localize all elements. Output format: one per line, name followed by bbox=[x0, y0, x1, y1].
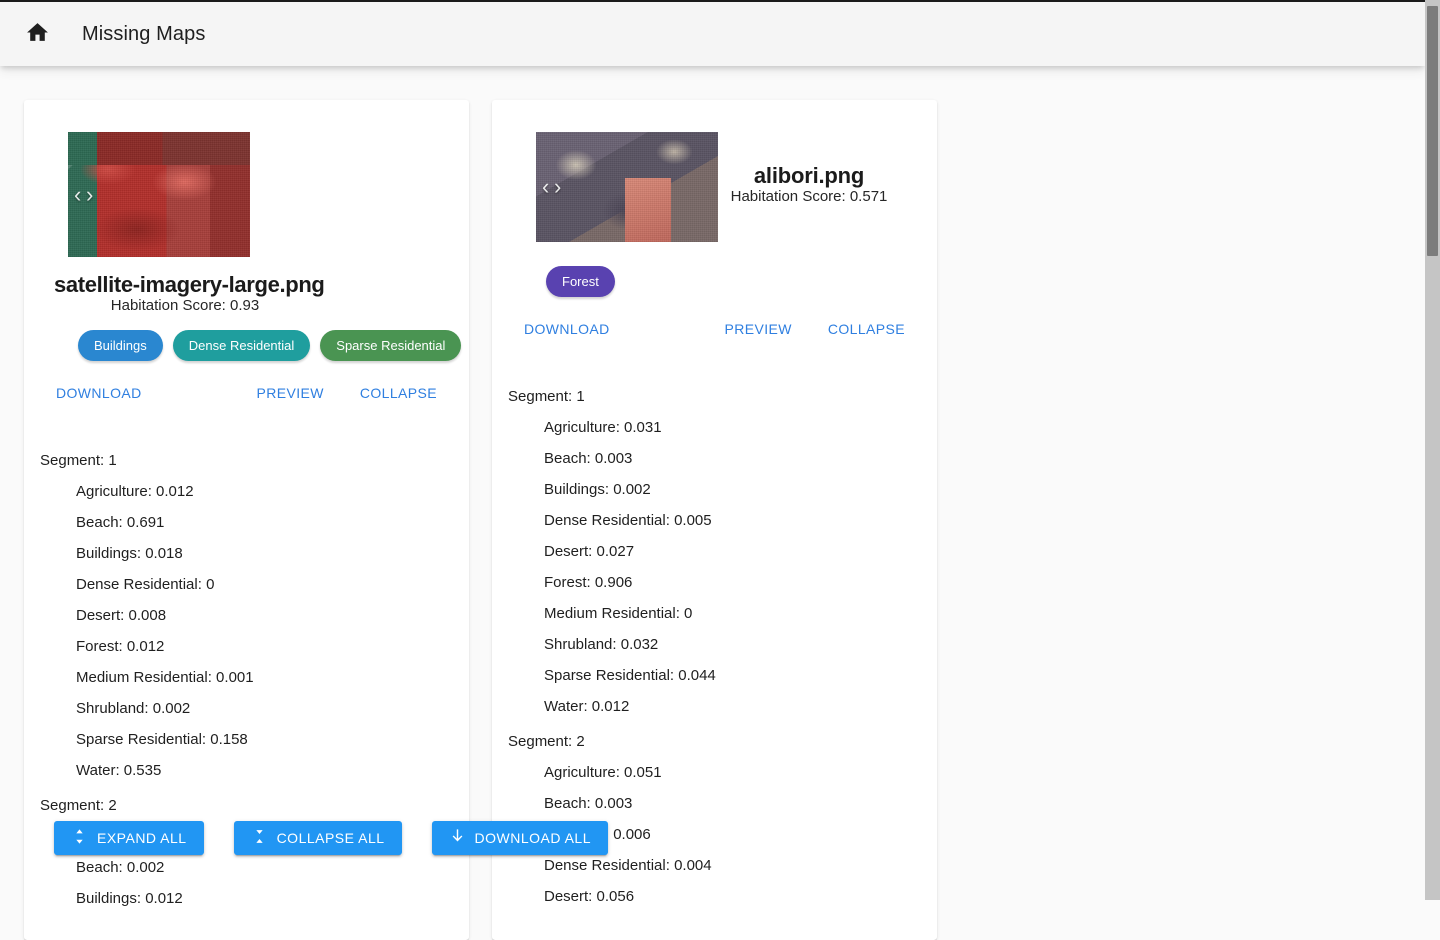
card-header: ‹ › satellite-imagery-large.png Habitati… bbox=[24, 100, 469, 419]
segment-item: Beach: 0.003 bbox=[544, 450, 633, 467]
texture-overlay bbox=[68, 132, 250, 257]
bulk-action-bar: EXPAND ALL COLLAPSE ALL DOWNLOAD ALL bbox=[54, 821, 608, 855]
download-all-button[interactable]: DOWNLOAD ALL bbox=[431, 821, 608, 855]
segment-label: Segment: 2 bbox=[508, 733, 585, 750]
card-filename: satellite-imagery-large.png bbox=[54, 272, 325, 297]
segment-item: Beach: 0.002 bbox=[76, 859, 165, 877]
collapse-button[interactable]: COLLAPSE bbox=[828, 321, 905, 337]
carousel-prev-icon[interactable]: ‹ bbox=[542, 176, 549, 198]
preview-button[interactable]: PREVIEW bbox=[725, 321, 792, 337]
scrollbar-thumb[interactable] bbox=[1427, 6, 1438, 256]
carousel-prev-icon[interactable]: ‹ bbox=[74, 183, 81, 206]
card-actions: DOWNLOAD PREVIEW COLLAPSE bbox=[56, 383, 437, 403]
tag-chip[interactable]: Sparse Residential bbox=[320, 330, 462, 362]
app-toolbar: Missing Maps bbox=[0, 0, 1425, 66]
map-card: ‹ › satellite-imagery-large.png Habitati… bbox=[24, 100, 469, 940]
image-carousel[interactable]: ‹ › bbox=[536, 132, 718, 242]
page-title: Missing Maps bbox=[82, 22, 206, 45]
card-filename: alibori.png bbox=[753, 163, 865, 188]
collapse-all-label: COLLAPSE ALL bbox=[276, 830, 385, 846]
expand-vertical-icon bbox=[71, 828, 88, 848]
carousel-next-icon[interactable]: › bbox=[554, 176, 561, 198]
download-all-label: DOWNLOAD ALL bbox=[474, 830, 591, 846]
segment-item: Water: 0.535 bbox=[76, 762, 162, 780]
download-arrow-icon bbox=[449, 828, 466, 848]
collapse-all-button[interactable]: COLLAPSE ALL bbox=[233, 821, 402, 855]
segment-item: Forest: 0.906 bbox=[544, 574, 633, 591]
segment-item: Dense Residential: 0 bbox=[76, 576, 215, 594]
segment-item: Desert: 0.008 bbox=[76, 607, 167, 625]
segment-item: Water: 0.012 bbox=[544, 698, 630, 715]
tag-chip[interactable]: Dense Residential bbox=[172, 330, 311, 362]
segment-item: Sparse Residential: 0.158 bbox=[76, 731, 248, 749]
home-icon bbox=[25, 20, 50, 48]
expand-all-label: EXPAND ALL bbox=[97, 830, 187, 846]
segment-item: Shrubland: 0.002 bbox=[76, 700, 191, 718]
segment-item: Sparse Residential: 0.044 bbox=[544, 667, 716, 684]
map-card: ‹ › alibori.png Habitation Score: 0.571 … bbox=[492, 100, 937, 940]
card-title-block: satellite-imagery-large.png Habitation S… bbox=[54, 272, 325, 315]
segment-item: Buildings: 0.012 bbox=[76, 890, 183, 908]
tag-chip[interactable]: Forest bbox=[546, 266, 615, 297]
vertical-scrollbar[interactable] bbox=[1425, 0, 1440, 900]
segment-item: Medium Residential: 0 bbox=[544, 605, 693, 622]
segment-item: Medium Residential: 0.001 bbox=[76, 669, 254, 687]
segment-label: Segment: 2 bbox=[40, 797, 117, 815]
habitation-score: Habitation Score: 0.93 bbox=[110, 297, 260, 315]
segment-item: Agriculture: 0.031 bbox=[544, 419, 662, 436]
download-button[interactable]: DOWNLOAD bbox=[56, 385, 142, 401]
segment-item: Desert: 0.056 bbox=[544, 888, 635, 905]
segment-label: Segment: 1 bbox=[508, 388, 585, 405]
home-button[interactable] bbox=[20, 17, 54, 51]
habitation-score: Habitation Score: 0.571 bbox=[730, 188, 888, 206]
segment-item: Agriculture: 0.012 bbox=[76, 483, 194, 501]
preview-button[interactable]: PREVIEW bbox=[257, 385, 324, 401]
segment-item: Dense Residential: 0.005 bbox=[544, 512, 712, 529]
texture-overlay bbox=[536, 132, 718, 242]
card-header: ‹ › alibori.png Habitation Score: 0.571 … bbox=[492, 100, 937, 355]
tag-chip[interactable]: Buildings bbox=[78, 330, 163, 362]
collapse-button[interactable]: COLLAPSE bbox=[360, 385, 437, 401]
tag-chip-list: Buildings Dense Residential Sparse Resid… bbox=[78, 330, 462, 362]
card-actions: DOWNLOAD PREVIEW COLLAPSE bbox=[524, 319, 905, 339]
download-button[interactable]: DOWNLOAD bbox=[524, 321, 610, 337]
segment-item: Shrubland: 0.032 bbox=[544, 636, 659, 653]
segment-item: Buildings: 0.002 bbox=[544, 481, 651, 498]
segment-label: Segment: 1 bbox=[40, 452, 117, 470]
card-title-block: alibori.png Habitation Score: 0.571 bbox=[699, 164, 919, 205]
carousel-next-icon[interactable]: › bbox=[86, 183, 93, 206]
segment-item: Desert: 0.027 bbox=[544, 543, 635, 560]
segment-item: Beach: 0.691 bbox=[76, 514, 165, 532]
segment-item: Beach: 0.003 bbox=[544, 795, 633, 812]
segment-item: Agriculture: 0.051 bbox=[544, 764, 662, 781]
segment-item: Buildings: 0.018 bbox=[76, 545, 183, 563]
expand-all-button[interactable]: EXPAND ALL bbox=[54, 821, 204, 855]
card-grid: ‹ › satellite-imagery-large.png Habitati… bbox=[0, 66, 1425, 940]
collapse-vertical-icon bbox=[251, 828, 268, 848]
image-carousel[interactable]: ‹ › bbox=[68, 132, 250, 257]
tag-chip-list: Forest bbox=[546, 266, 921, 297]
segment-item: Forest: 0.012 bbox=[76, 638, 165, 656]
